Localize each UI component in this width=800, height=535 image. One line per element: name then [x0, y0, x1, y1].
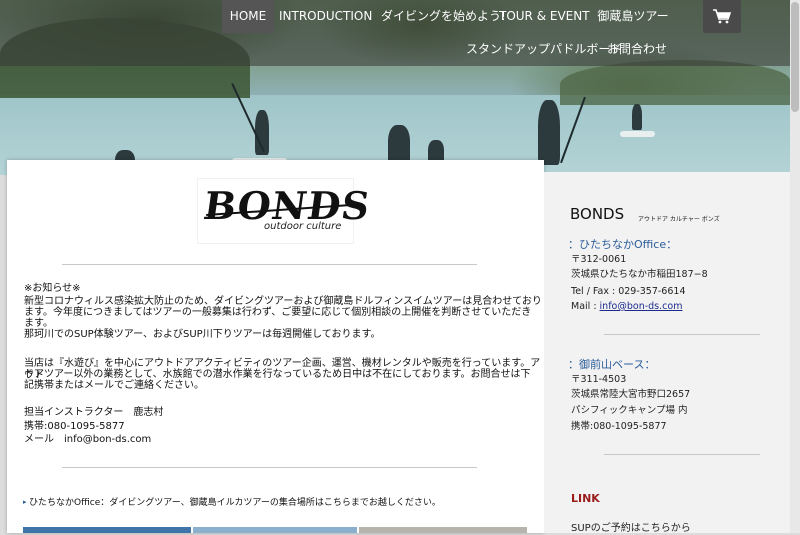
nav-sup[interactable]: スタンドアップパドルボード [466, 33, 622, 66]
divider [62, 467, 477, 468]
main-navigation: HOME INTRODUCTION ダイビングを始めよう! TOUR & EVE… [0, 0, 790, 66]
office1-title: ：ひたちなかOffice： [568, 238, 678, 251]
nav-tour-event[interactable]: TOUR & EVENT [499, 0, 590, 33]
triangle-bullet-icon: ▸ [23, 498, 27, 506]
divider [62, 264, 477, 265]
notice-line-4: 那珂川でのSUP体験ツアー、およびSUP川下りツアーは毎週開催しております。 [24, 329, 381, 340]
meeting-place-link[interactable]: ひたちなかOffice：ダイビングツアー、御蔵島イルカツアーの集合場所はこちらま… [29, 497, 441, 509]
office2-address: 茨城県常陸大宮市野口2657 [571, 389, 691, 400]
office1-tel: Tel / Fax : 029-357-6614 [571, 286, 686, 297]
bonds-logo[interactable]: BONDS outdoor culture [197, 178, 373, 244]
notice-title: ※お知らせ※ [24, 283, 81, 294]
notice-line-2: ます。今年度につきましてはツアーの一般募集は行わず、ご要望に応じて個別相談の上開… [24, 307, 532, 318]
logo-tagline: outdoor culture [264, 221, 342, 232]
nav-mikurajima-tour[interactable]: 御蔵島ツアー [597, 0, 669, 33]
office2-zip: 〒311-4503 [571, 374, 627, 385]
office1-mail: Mail : info@bon-ds.com [571, 301, 682, 313]
nav-home[interactable]: HOME [222, 0, 274, 33]
mail-label: Mail : [571, 301, 600, 312]
office1-address: 茨城県ひたちなか市稲田187−8 [571, 269, 708, 280]
office2-place: パシフィックキャンプ場 内 [571, 405, 688, 416]
office2-phone: 携帯:080-1095-5877 [571, 421, 667, 432]
contact-instructor: 担当インストラクター 鹿志村 [24, 407, 164, 418]
gallery-photo-2[interactable] [193, 527, 357, 533]
divider [604, 334, 760, 335]
office2-title: ：御前山ベース： [568, 358, 656, 371]
gallery-photo-1[interactable] [23, 527, 191, 533]
sidebar-brand-kana: アウトドア カルチャー ボンズ [638, 216, 720, 223]
link-section-title: LINK [571, 492, 600, 505]
sidebar: BONDS アウトドア カルチャー ボンズ ：ひたちなかOffice： 〒312… [544, 172, 790, 535]
nav-contact[interactable]: お問合わせ [604, 33, 670, 66]
contact-phone: 携帯:080-1095-5877 [24, 421, 125, 432]
office1-zip: 〒312-0061 [571, 254, 627, 265]
gallery-photo-3[interactable] [359, 527, 527, 533]
email-link[interactable]: info@bon-ds.com [600, 301, 683, 312]
scrollbar-thumb[interactable] [791, 2, 799, 112]
shopping-cart-icon [713, 9, 732, 24]
cart-button[interactable] [703, 0, 741, 33]
sidebar-brand: BONDS [570, 205, 625, 223]
divider [604, 454, 760, 455]
sup-reservation-link[interactable]: SUPのご予約はこちらから [571, 523, 691, 535]
contact-email: メール info@bon-ds.com [24, 434, 152, 445]
page-scrollbar[interactable] [790, 0, 800, 533]
main-content: BONDS outdoor culture ※お知らせ※ 新型コロナウィルス感染… [7, 160, 544, 533]
nav-introduction[interactable]: INTRODUCTION [279, 0, 372, 33]
nav-start-diving[interactable]: ダイビングを始めよう! [381, 0, 506, 33]
about-line-3: 記携帯またはメールでご連絡ください。 [24, 380, 204, 391]
